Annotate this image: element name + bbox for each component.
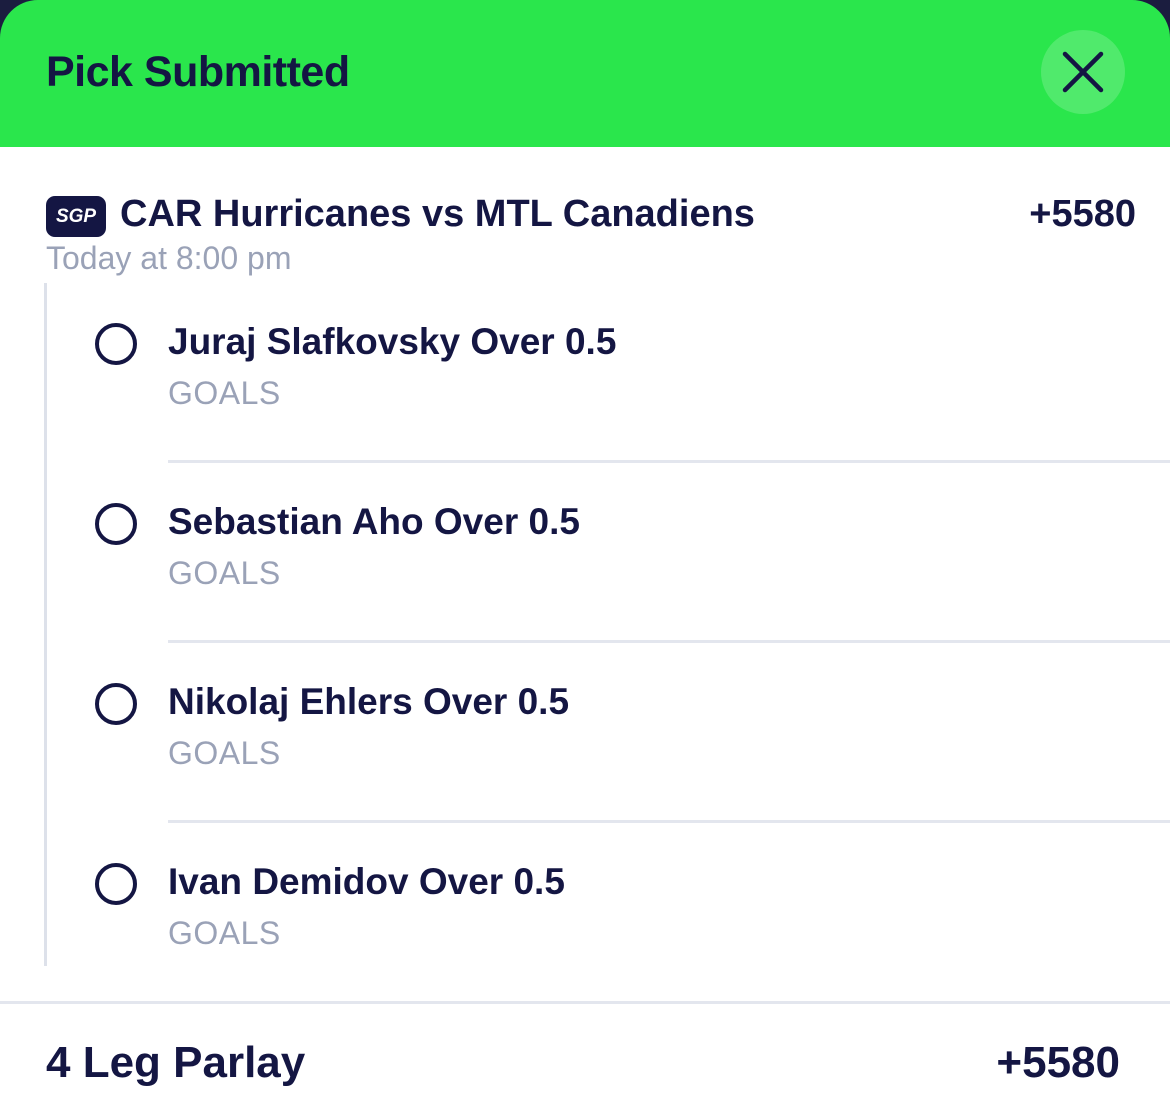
sgp-badge: SGP	[46, 196, 106, 237]
parlay-label: 4 Leg Parlay	[46, 1038, 306, 1087]
close-button[interactable]	[1041, 30, 1125, 114]
leg-title: Nikolaj Ehlers Over 0.5	[168, 681, 570, 722]
event-odds: +5580	[1029, 193, 1136, 235]
list-item: Juraj Slafkovsky Over 0.5 GOALS	[47, 283, 1170, 463]
leg-status-circle-icon	[95, 683, 137, 725]
header-banner: Pick Submitted	[0, 0, 1170, 147]
close-icon	[1062, 51, 1104, 93]
leg-market: GOALS	[168, 375, 281, 411]
leg-market: GOALS	[168, 735, 281, 771]
divider	[0, 1001, 1170, 1004]
leg-status-circle-icon	[95, 863, 137, 905]
event-time: Today at 8:00 pm	[46, 240, 292, 276]
leg-title: Ivan Demidov Over 0.5	[168, 861, 565, 902]
leg-title: Sebastian Aho Over 0.5	[168, 501, 580, 542]
pick-submitted-sheet: Pick Submitted SGP CAR Hurricanes vs MTL…	[0, 0, 1170, 1116]
legs-list: Juraj Slafkovsky Over 0.5 GOALS Sebastia…	[44, 283, 1170, 966]
leg-status-circle-icon	[95, 323, 137, 365]
leg-market: GOALS	[168, 555, 281, 591]
leg-title: Juraj Slafkovsky Over 0.5	[168, 321, 617, 362]
event-header: SGP CAR Hurricanes vs MTL Canadiens +558…	[46, 193, 1136, 239]
leg-market: GOALS	[168, 915, 281, 951]
parlay-odds: +5580	[996, 1038, 1120, 1087]
event-title: CAR Hurricanes vs MTL Canadiens	[120, 193, 755, 235]
list-item: Nikolaj Ehlers Over 0.5 GOALS	[47, 643, 1170, 823]
leg-status-circle-icon	[95, 503, 137, 545]
list-item: Ivan Demidov Over 0.5 GOALS	[47, 823, 1170, 1003]
page-title: Pick Submitted	[46, 48, 350, 96]
list-item: Sebastian Aho Over 0.5 GOALS	[47, 463, 1170, 643]
